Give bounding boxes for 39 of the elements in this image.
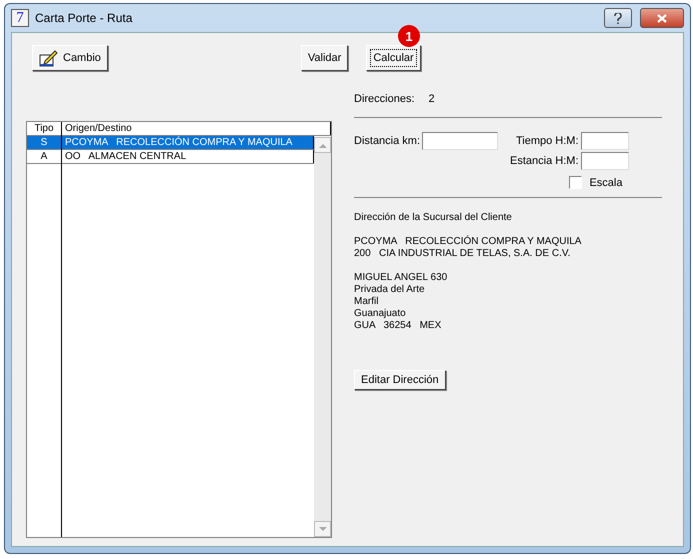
table-cell: S: [27, 136, 62, 149]
calculate-button[interactable]: Calcular: [366, 45, 421, 71]
column-header: Origen/Destino: [62, 122, 331, 135]
help-button[interactable]: [604, 8, 632, 28]
time-field[interactable]: [580, 132, 628, 150]
stay-label: Estancia H:M:: [510, 155, 578, 167]
scroll-up-icon[interactable]: [314, 137, 331, 153]
notification-badge: 1: [398, 25, 420, 47]
address-line: MIGUEL ANGEL 630: [354, 272, 448, 284]
distance-field[interactable]: [422, 132, 498, 150]
time-label: Tiempo H:M:: [516, 135, 578, 147]
address-line: PCOYMA RECOLECCIÓN COMPRA Y MAQUILA: [354, 236, 582, 248]
edit-address-button[interactable]: Editar Dirección: [354, 370, 446, 390]
distance-label: Distancia km:: [354, 135, 420, 147]
scroll-down-icon[interactable]: [314, 521, 331, 537]
column-header: Tipo: [27, 122, 62, 135]
stay-field[interactable]: [580, 152, 628, 170]
help-icon: [614, 12, 622, 24]
address-heading: Dirección de la Sucursal del Cliente: [354, 212, 513, 224]
close-button[interactable]: [640, 8, 684, 28]
pencil-icon: [39, 49, 59, 67]
address-line: Marfil: [354, 296, 380, 308]
directions-count: 2: [428, 93, 435, 105]
address-line: Privada del Arte: [354, 284, 426, 296]
escala-checkbox[interactable]: [569, 176, 582, 189]
close-icon: [657, 14, 667, 22]
table-cell: A: [27, 150, 62, 163]
table-row[interactable]: A OO ALMACEN CENTRAL: [27, 150, 314, 164]
directions-label: Direcciones:: [354, 93, 415, 105]
table-row[interactable]: S PCOYMA RECOLECCIÓN COMPRA Y MAQUILA: [27, 136, 314, 150]
change-button[interactable]: Cambio: [32, 45, 108, 71]
window-title: Carta Porte - Ruta: [35, 11, 134, 25]
validate-button[interactable]: Validar: [300, 45, 348, 71]
address-line: Guanajuato: [354, 308, 407, 320]
app-icon: 7: [11, 9, 29, 27]
table-cell: PCOYMA RECOLECCIÓN COMPRA Y MAQUILA: [62, 136, 314, 149]
address-line: GUA 36254 MEX: [354, 320, 442, 332]
address-line: 200 CIA INDUSTRIAL DE TELAS, S.A. DE C.V.: [354, 248, 572, 260]
escala-label: Escala: [589, 176, 622, 188]
